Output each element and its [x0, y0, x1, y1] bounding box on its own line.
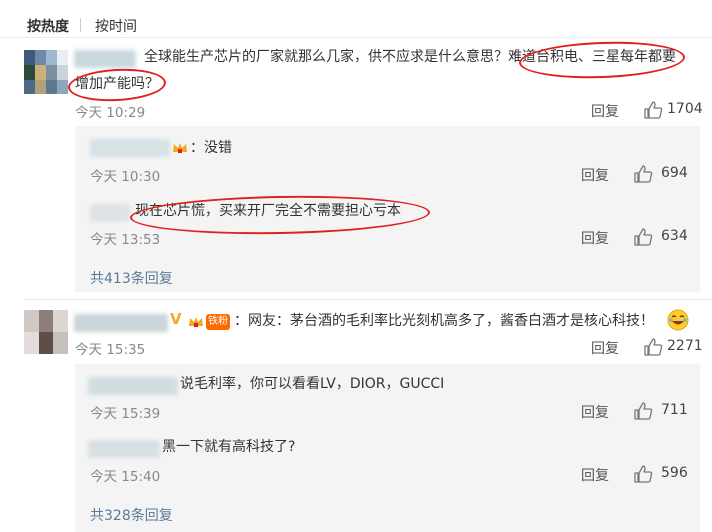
reply-button[interactable]: 回复	[581, 165, 609, 185]
thumbs-up-icon[interactable]	[633, 164, 653, 184]
sort-bar: 按热度 按时间	[0, 0, 712, 38]
blurred-username[interactable]	[90, 139, 170, 157]
view-more-replies-link[interactable]: 共328条回复	[90, 505, 173, 525]
laughing-emoji-icon	[667, 309, 689, 331]
comment-text: 全球能生产芯片的厂家就那么几家，供不应求是什么意思？难道台积电、三星每年都要	[144, 49, 676, 65]
crown-icon	[189, 317, 203, 327]
thumbs-up-icon[interactable]	[643, 100, 663, 120]
reply-text: 现在芯片慌，买来开厂完全不需要担心亏本	[135, 203, 401, 219]
reply-text: ：没错	[190, 140, 232, 156]
reply-button[interactable]: 回复	[591, 338, 619, 358]
thumbs-up-icon[interactable]	[643, 337, 663, 357]
view-more-replies-link[interactable]: 共413条回复	[90, 268, 173, 288]
blurred-username[interactable]	[90, 204, 130, 222]
blurred-username[interactable]	[74, 314, 168, 332]
reply-button[interactable]: 回复	[581, 402, 609, 422]
like-count: 596	[661, 465, 688, 481]
reply-button[interactable]: 回复	[581, 228, 609, 248]
fan-badge: 铁粉	[206, 314, 230, 330]
crown-icon	[173, 143, 187, 153]
verified-icon: V	[170, 310, 182, 328]
like-count: 711	[661, 402, 688, 418]
reply-time: 今天 15:39	[90, 406, 161, 422]
comment-text-continued: 增加产能吗？	[75, 76, 159, 92]
avatar[interactable]	[24, 310, 68, 354]
reply-time: 今天 15:40	[90, 469, 161, 485]
reply-text: 黑一下就有高科技了?	[162, 439, 296, 455]
avatar[interactable]	[24, 50, 68, 94]
reply-time: 今天 13:53	[90, 232, 161, 248]
thumbs-up-icon[interactable]	[633, 464, 653, 484]
sort-by-time-tab[interactable]: 按时间	[95, 16, 137, 36]
like-count: 694	[661, 165, 688, 181]
blurred-username[interactable]	[88, 440, 160, 458]
thumbs-up-icon[interactable]	[633, 401, 653, 421]
reply-time: 今天 10:30	[90, 169, 161, 185]
reply-text: 说毛利率，你可以看看LV，DIOR，GUCCI	[180, 376, 445, 392]
like-count: 2271	[667, 338, 703, 354]
blurred-username[interactable]	[74, 50, 136, 68]
like-count: 634	[661, 228, 688, 244]
comment-text: ：网友：茅台酒的毛利率比光刻机高多了，酱香白酒才是核心科技！	[234, 313, 654, 329]
sort-by-hot-tab[interactable]: 按热度	[27, 16, 69, 36]
like-count: 1704	[667, 101, 703, 117]
reply-button[interactable]: 回复	[581, 465, 609, 485]
thumbs-up-icon[interactable]	[633, 227, 653, 247]
blurred-username[interactable]	[88, 377, 178, 395]
comment-time: 今天 15:35	[75, 342, 146, 358]
sort-divider	[80, 18, 81, 32]
comment-divider	[24, 299, 712, 300]
reply-button[interactable]: 回复	[591, 101, 619, 121]
comment-time: 今天 10:29	[75, 105, 146, 121]
